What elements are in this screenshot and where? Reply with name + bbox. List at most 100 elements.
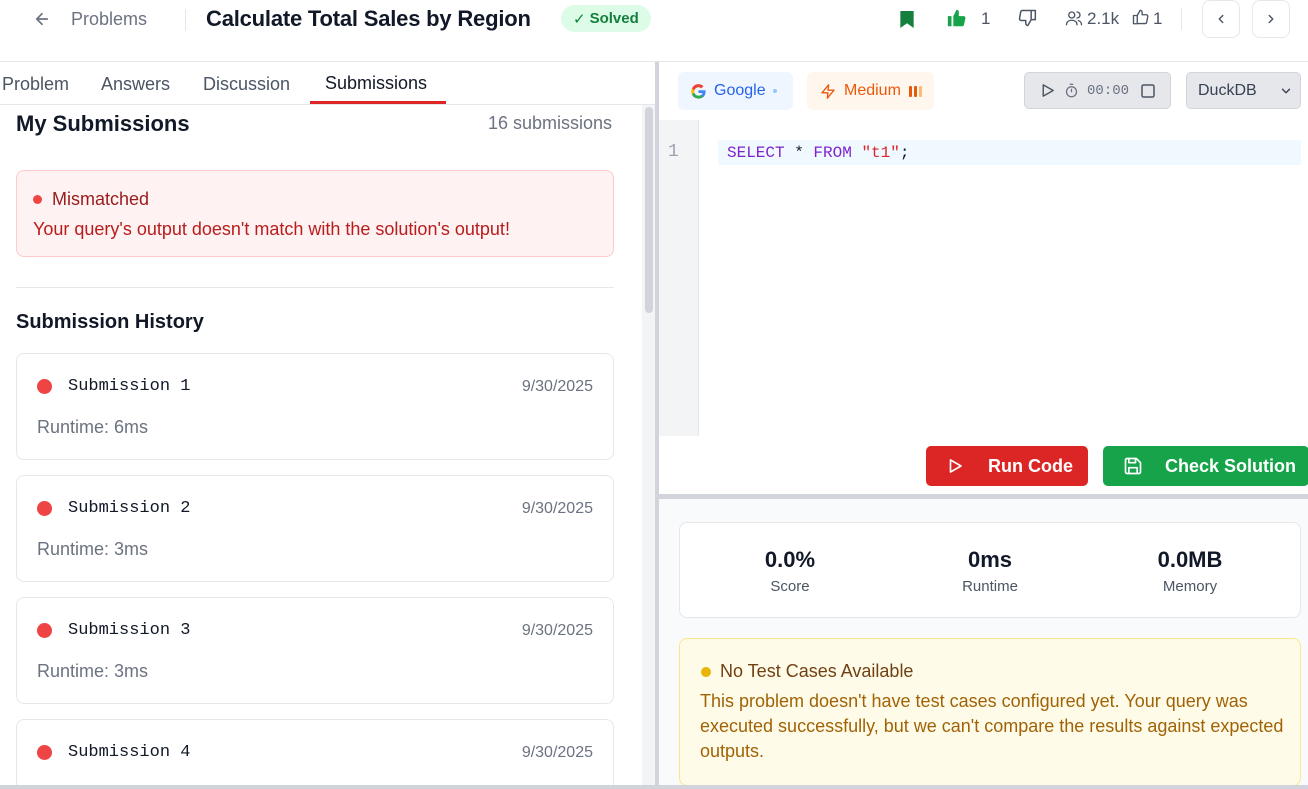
score-stat: 0.0% Score <box>690 547 890 595</box>
thumbs-up-outline-icon <box>1131 7 1151 27</box>
back-to-problems-link[interactable]: Problems <box>71 9 147 30</box>
chevron-down-icon <box>1281 88 1290 93</box>
warning-dot-icon <box>701 667 711 677</box>
difficulty-bars-icon <box>908 85 922 97</box>
language-label: DuckDB <box>1198 81 1257 99</box>
failed-status-dot-icon <box>37 379 52 394</box>
submission-date: 9/30/2025 <box>521 622 593 639</box>
tab-answers[interactable]: Answers <box>101 74 170 95</box>
score-value: 0.0% <box>764 547 816 572</box>
scrollbar-thumb[interactable] <box>645 107 653 313</box>
code-text: ; <box>899 144 910 162</box>
thumbs-up-icon[interactable] <box>944 5 970 31</box>
memory-stat: 0.0MB Memory <box>1090 547 1290 595</box>
users-count: 2.1k <box>1087 9 1120 28</box>
stop-icon[interactable] <box>1139 82 1157 100</box>
tab-problem[interactable]: Problem <box>2 74 69 95</box>
failed-status-dot-icon <box>37 745 52 760</box>
score-label: Score <box>770 578 810 595</box>
run-code-button[interactable]: Run Code <box>926 446 1088 486</box>
bottom-border <box>0 785 1308 789</box>
submissions-count: 16 submissions <box>488 113 613 133</box>
submissions-panel: My Submissions 16 submissions Mismatched… <box>0 105 656 789</box>
line-gutter <box>659 120 699 436</box>
code-keyword: FROM <box>813 144 852 162</box>
notice-message: This problem doesn't have test cases con… <box>700 691 1284 761</box>
mismatch-alert: Mismatched Your query's output doesn't m… <box>16 170 614 257</box>
check-icon: ✓ <box>573 10 586 28</box>
submission-name: Submission 3 <box>68 621 191 640</box>
my-submissions-heading: My Submissions <box>16 111 190 136</box>
google-icon <box>691 83 706 99</box>
header-divider <box>185 9 186 31</box>
header-divider-right <box>1181 8 1182 30</box>
memory-value: 0.0MB <box>1157 547 1223 572</box>
bolt-icon <box>821 83 835 99</box>
likes-count: 1 <box>981 9 991 28</box>
app-root: Problems Calculate Total Sales by Region… <box>0 0 1308 789</box>
stats-card: 0.0% Score 0ms Runtime 0.0MB Memory <box>679 522 1301 618</box>
thumbs-down-icon[interactable] <box>1015 6 1039 30</box>
section-divider <box>16 287 614 288</box>
submission-name: Submission 2 <box>68 499 191 518</box>
memory-label: Memory <box>1162 578 1218 595</box>
stopwatch-icon <box>1065 83 1078 98</box>
code-line[interactable]: SELECT * FROM "t1"; <box>727 144 909 162</box>
failed-status-dot-icon <box>37 623 52 638</box>
difficulty-tag[interactable]: Medium <box>807 72 934 110</box>
company-label: Google <box>714 82 766 99</box>
play-icon[interactable] <box>1039 82 1056 99</box>
play-icon <box>949 459 962 473</box>
solved-badge-label: Solved <box>589 10 639 27</box>
check-solution-button[interactable]: Check Solution <box>1103 446 1308 486</box>
submission-card[interactable]: Submission 1 9/30/2025 Runtime: 6ms <box>16 353 614 460</box>
submission-card[interactable]: Submission 3 9/30/2025 Runtime: 3ms <box>16 597 614 704</box>
bookmark-icon[interactable] <box>896 8 918 30</box>
code-text: * <box>784 144 814 162</box>
tab-discussion[interactable]: Discussion <box>203 74 290 95</box>
submission-runtime: Runtime: 6ms <box>37 417 149 437</box>
failed-status-dot-icon <box>37 501 52 516</box>
prev-problem-button[interactable] <box>1202 0 1240 38</box>
chevron-left-icon <box>1218 14 1224 24</box>
company-tag[interactable]: Google <box>678 72 793 110</box>
alert-title: Mismatched <box>52 189 150 209</box>
submission-card[interactable]: Submission 4 9/30/2025 <box>16 719 614 789</box>
check-solution-label: Check Solution <box>1165 455 1297 476</box>
submission-history-heading: Submission History <box>16 311 204 333</box>
code-string: "t1" <box>861 144 900 162</box>
results-panel: 0.0% Score 0ms Runtime 0.0MB Memory No T… <box>659 499 1308 789</box>
submission-runtime: Runtime: 3ms <box>37 539 149 559</box>
back-arrow-icon[interactable] <box>28 6 56 32</box>
code-keyword: SELECT <box>727 144 785 162</box>
submission-date: 9/30/2025 <box>521 378 593 395</box>
submission-card[interactable]: Submission 2 9/30/2025 Runtime: 3ms <box>16 475 614 582</box>
notice-title: No Test Cases Available <box>720 661 914 681</box>
alert-message: Your query's output doesn't match with t… <box>33 219 510 239</box>
submission-runtime: Runtime: 3ms <box>37 661 149 681</box>
runtime-stat: 0ms Runtime <box>890 547 1090 595</box>
save-icon <box>1124 457 1142 475</box>
timer-control: 00:00 <box>1024 72 1171 109</box>
difficulty-label: Medium <box>844 82 901 99</box>
submission-date: 9/30/2025 <box>521 500 593 517</box>
no-test-cases-notice: No Test Cases Available This problem doe… <box>679 638 1301 786</box>
chevron-right-icon <box>1268 14 1274 24</box>
next-problem-button[interactable] <box>1252 0 1290 38</box>
submission-name: Submission 1 <box>68 377 191 396</box>
thumbs-count: 1 <box>1153 9 1163 28</box>
top-header: Problems Calculate Total Sales by Region… <box>0 0 1308 62</box>
runtime-label: Runtime <box>962 578 1018 595</box>
error-dot-icon <box>33 195 42 204</box>
users-icon <box>1064 8 1084 28</box>
line-number: 1 <box>668 142 679 162</box>
language-select[interactable]: DuckDB <box>1186 72 1301 109</box>
code-editor[interactable]: 1 SELECT * FROM "t1"; <box>659 120 1308 436</box>
tab-submissions[interactable]: Submissions <box>325 73 427 94</box>
company-dot-icon <box>772 89 777 93</box>
problem-tabs: Problem Answers Discussion Submissions <box>0 62 656 105</box>
active-tab-indicator <box>310 101 446 104</box>
submission-date: 9/30/2025 <box>521 744 593 761</box>
editor-panel: Google Medium 00:00 DuckDB 1 SELECT * FR… <box>659 62 1308 789</box>
problem-title: Calculate Total Sales by Region <box>206 6 531 31</box>
